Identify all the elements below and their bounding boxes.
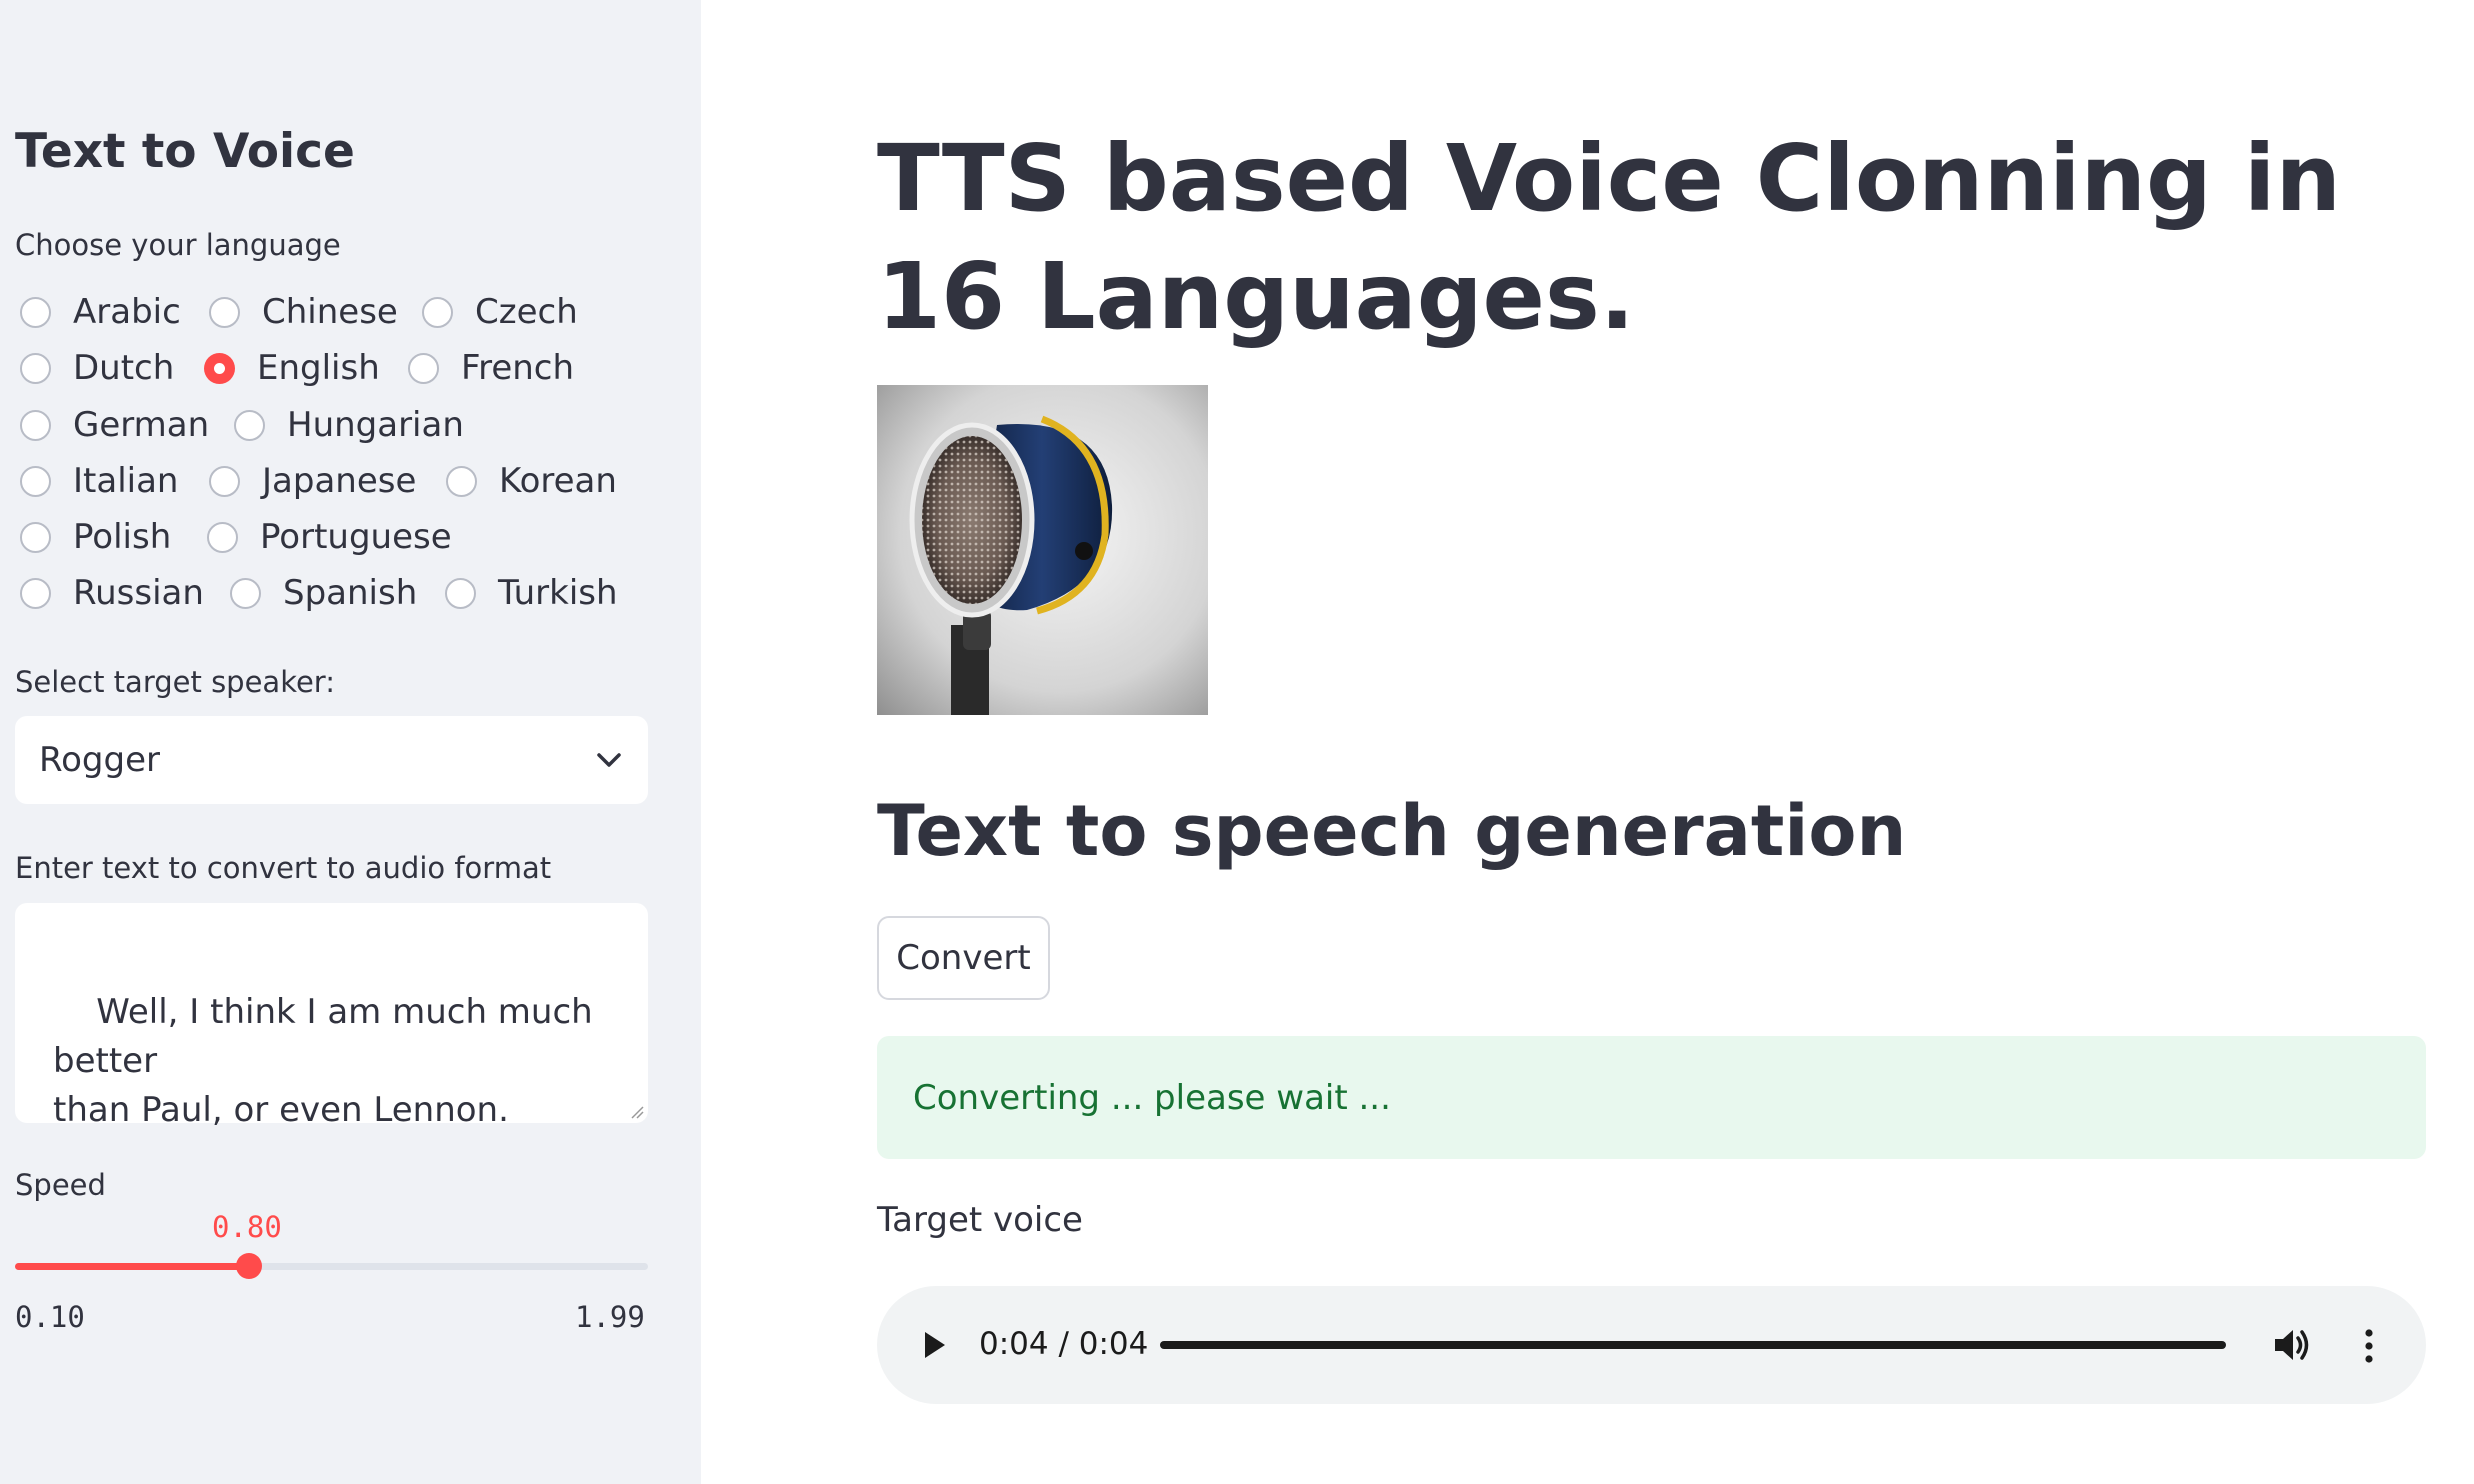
radio-label: Dutch (73, 348, 175, 388)
radio-portuguese[interactable]: Portuguese (207, 517, 452, 557)
radio-label: Spanish (283, 573, 418, 613)
radio-circle (207, 521, 238, 553)
radio-chinese[interactable]: Chinese (209, 292, 398, 332)
radio-label: French (461, 348, 575, 388)
radio-turkish[interactable]: Turkish (445, 573, 618, 613)
speed-slider-fill (15, 1263, 250, 1270)
volume-icon[interactable] (2273, 1327, 2311, 1363)
radio-russian[interactable]: Russian (20, 573, 204, 613)
radio-circle (20, 465, 51, 497)
speed-slider-max: 1.99 (575, 1300, 645, 1334)
radio-circle (422, 296, 453, 328)
radio-circle (20, 521, 51, 553)
radio-label: English (257, 348, 380, 388)
audio-label: Target voice (877, 1200, 1083, 1240)
text-input-value: Well, I think I am much much better than… (53, 992, 593, 1130)
page-title: TTS based Voice Clonning in 16 Languages… (877, 125, 2341, 350)
radio-korean[interactable]: Korean (446, 461, 617, 501)
radio-label: Portuguese (260, 517, 452, 557)
radio-circle (209, 296, 240, 328)
radio-polish[interactable]: Polish (20, 517, 171, 557)
audio-progress-bar[interactable] (1160, 1341, 2226, 1349)
radio-circle (20, 352, 51, 384)
speaker-label: Select target speaker: (15, 665, 335, 699)
radio-english[interactable]: English (204, 348, 380, 388)
radio-label: German (73, 405, 210, 445)
speed-slider-min: 0.10 (15, 1300, 85, 1334)
radio-label: Polish (73, 517, 172, 557)
radio-circle (446, 465, 477, 497)
radio-japanese[interactable]: Japanese (209, 461, 416, 501)
status-alert: Converting ... please wait ... (877, 1036, 2426, 1159)
audio-time: 0:04 / 0:04 (979, 1326, 1149, 1362)
radio-circle (20, 577, 51, 609)
speed-slider-value: 0.80 (212, 1210, 282, 1244)
more-vert-icon[interactable] (2364, 1329, 2374, 1363)
radio-hungarian[interactable]: Hungarian (234, 405, 464, 445)
chevron-down-icon (597, 753, 621, 767)
radio-label: Italian (73, 461, 179, 501)
microphone-image (877, 385, 1208, 715)
radio-czech[interactable]: Czech (422, 292, 578, 332)
radio-label: Japanese (262, 461, 417, 501)
radio-arabic[interactable]: Arabic (20, 292, 181, 332)
radio-label: Turkish (498, 573, 618, 613)
convert-button[interactable]: Convert (877, 916, 1050, 1000)
text-input-label: Enter text to convert to audio format (15, 851, 552, 885)
speed-slider-thumb[interactable] (236, 1253, 262, 1279)
text-input[interactable]: Well, I think I am much much better than… (15, 903, 648, 1130)
audio-player: 0:04 / 0:04 (877, 1286, 2426, 1404)
status-message: Converting ... please wait ... (913, 1077, 1391, 1118)
radio-label: Arabic (73, 292, 181, 332)
radio-label: Korean (499, 461, 617, 501)
language-label: Choose your language (15, 228, 341, 262)
speaker-select[interactable]: Rogger (15, 716, 648, 804)
speaker-select-value: Rogger (39, 740, 160, 780)
radio-circle-selected (204, 352, 235, 384)
radio-circle (234, 409, 265, 441)
radio-label: Chinese (262, 292, 398, 332)
radio-label: Czech (475, 292, 578, 332)
sidebar: Text to Voice Choose your language Arabi… (0, 0, 701, 1484)
radio-spanish[interactable]: Spanish (230, 573, 417, 613)
radio-german[interactable]: German (20, 405, 209, 445)
radio-circle (209, 465, 240, 497)
play-icon[interactable] (923, 1330, 947, 1360)
radio-circle (230, 577, 261, 609)
sidebar-title: Text to Voice (15, 124, 355, 179)
radio-dutch[interactable]: Dutch (20, 348, 174, 388)
radio-circle (408, 352, 439, 384)
section-title: Text to speech generation (877, 790, 1907, 872)
radio-italian[interactable]: Italian (20, 461, 178, 501)
radio-circle (20, 296, 51, 328)
speed-label: Speed (15, 1168, 106, 1202)
radio-circle (20, 409, 51, 441)
radio-french[interactable]: French (408, 348, 574, 388)
radio-circle (445, 577, 476, 609)
radio-label: Russian (73, 573, 204, 613)
resize-handle-icon[interactable] (630, 1105, 644, 1119)
radio-label: Hungarian (287, 405, 464, 445)
